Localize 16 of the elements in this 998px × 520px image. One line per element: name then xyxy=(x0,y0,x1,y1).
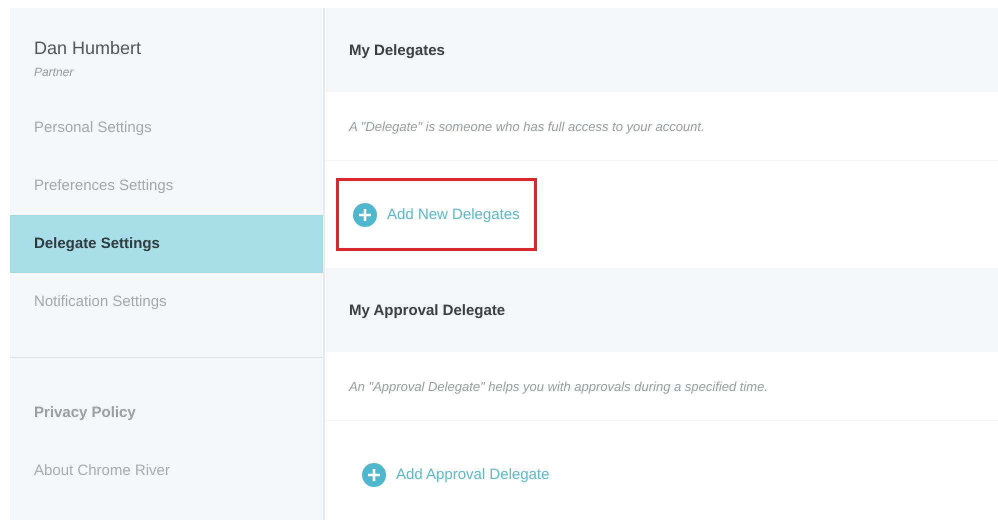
user-role: Partner xyxy=(34,65,75,79)
plus-icon xyxy=(353,202,377,226)
user-name: Dan Humbert xyxy=(34,38,142,59)
section-description: A "Delegate" is someone who has full access to your account. xyxy=(349,118,705,134)
section-description: An "Approval Delegate" helps you with approvals during a specified time. xyxy=(349,378,768,394)
sidebar-link[interactable]: Privacy Policy xyxy=(10,384,323,442)
nav-item[interactable]: Notification Settings xyxy=(10,273,323,331)
add-link[interactable]: Add New Delegates xyxy=(353,202,520,226)
plus-icon xyxy=(362,462,386,486)
nav-item[interactable]: Personal Settings xyxy=(10,99,323,157)
sidebar-link[interactable]: About Chrome River xyxy=(10,442,323,500)
section-title: My Delegates xyxy=(349,42,445,58)
add-link[interactable]: Add Approval Delegate xyxy=(362,462,550,486)
section-title: My Approval Delegate xyxy=(349,302,506,318)
nav-item[interactable]: Delegate Settings xyxy=(10,215,323,273)
nav-item[interactable]: Preferences Settings xyxy=(10,157,323,215)
